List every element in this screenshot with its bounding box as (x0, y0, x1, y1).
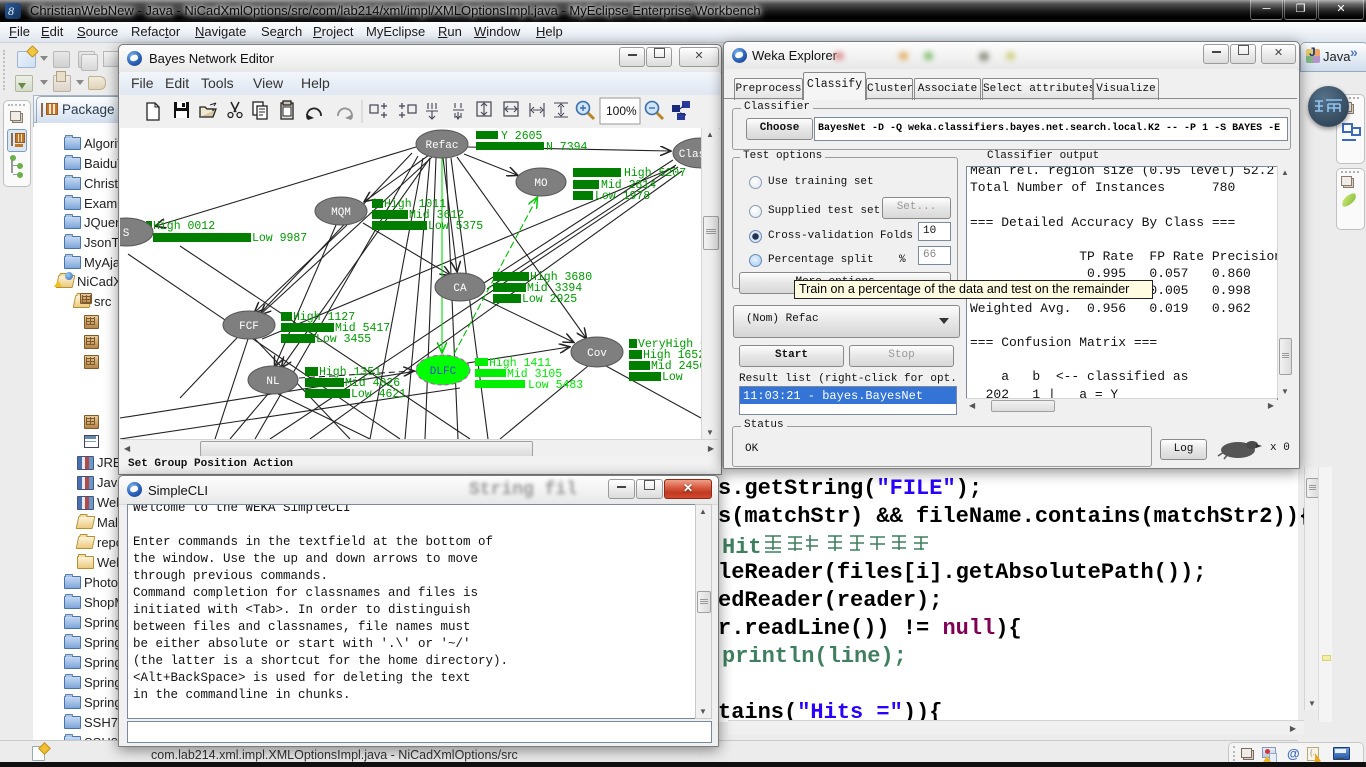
svg-text:MQM: MQM (331, 207, 351, 219)
svg-text:S: S (123, 228, 130, 240)
svg-text:Low 4621: Low 4621 (351, 388, 406, 401)
svg-text:Low 5375: Low 5375 (428, 220, 483, 233)
svg-text:N 7394: N 7394 (546, 141, 588, 154)
svg-text:NL: NL (266, 376, 279, 388)
svg-text:MO: MO (534, 178, 548, 190)
svg-text:High 0012: High 0012 (153, 220, 215, 233)
svg-text:DLFC: DLFC (430, 366, 457, 378)
svg-text:Low 2925: Low 2925 (522, 293, 577, 306)
svg-text:Low: Low (662, 371, 683, 384)
svg-text:Y 2605: Y 2605 (501, 130, 543, 143)
svg-text:Low 1978: Low 1978 (595, 190, 650, 203)
svg-text:Low 5483: Low 5483 (528, 379, 583, 392)
svg-text:Cov: Cov (587, 348, 607, 360)
svg-text:Low 3455: Low 3455 (316, 333, 371, 346)
svg-text:CA: CA (453, 283, 467, 295)
svg-text:Refac: Refac (425, 140, 458, 152)
svg-text:FCF: FCF (239, 321, 259, 333)
svg-text:Clas: Clas (679, 149, 701, 161)
svg-text:100%: 100% (606, 104, 637, 118)
svg-text:Low 9987: Low 9987 (252, 232, 307, 245)
